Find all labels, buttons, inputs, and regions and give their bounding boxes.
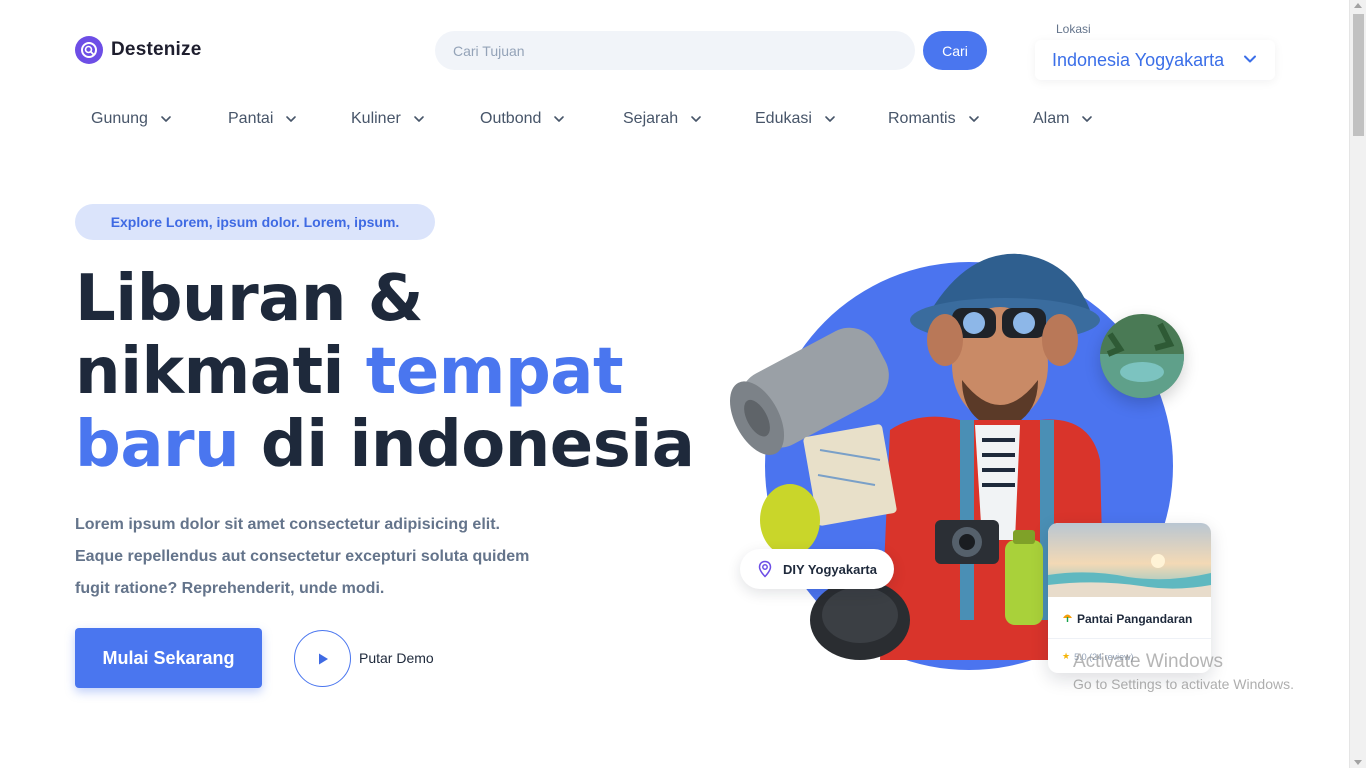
brand-name: Destenize xyxy=(111,39,202,60)
chevron-down-icon xyxy=(968,116,979,122)
destination-card-name: Pantai Pangandaran xyxy=(1077,612,1193,626)
category-edukasi[interactable]: Edukasi xyxy=(755,110,836,128)
hero-badge: Explore Lorem, ipsum dolor. Lorem, ipsum… xyxy=(75,204,435,240)
category-gunung[interactable]: Gunung xyxy=(91,110,172,128)
chevron-down-icon xyxy=(1082,116,1093,122)
headline-line-2a: nikmati xyxy=(75,335,366,409)
headline-accent-baru: baru xyxy=(75,408,240,482)
chevron-down-icon xyxy=(691,116,701,122)
destination-card-title: Pantai Pangandaran xyxy=(1062,612,1192,626)
chevron-down-icon xyxy=(161,116,171,122)
card-divider xyxy=(1048,638,1211,639)
hero-headline: Liburan & nikmati tempat baru di indones… xyxy=(75,262,695,482)
start-now-button[interactable]: Mulai Sekarang xyxy=(75,628,262,688)
category-pantai[interactable]: Pantai xyxy=(228,110,297,128)
location-value: Indonesia Yogyakarta xyxy=(1052,49,1225,70)
page-scrollbar[interactable] xyxy=(1349,0,1366,768)
hero-description: Lorem ipsum dolor sit amet consectetur a… xyxy=(75,516,530,597)
destination-card-image xyxy=(1048,523,1211,597)
location-pin-icon xyxy=(758,560,772,578)
chevron-down-icon xyxy=(286,116,297,122)
category-label: Outbond xyxy=(480,110,542,127)
play-icon xyxy=(318,653,328,664)
scroll-up-icon[interactable] xyxy=(1354,3,1362,8)
chevron-down-icon xyxy=(414,116,424,122)
map-search-icon xyxy=(75,36,103,64)
category-label: Gunung xyxy=(91,110,148,127)
windows-activation-subtitle: Go to Settings to activate Windows. xyxy=(1073,676,1294,692)
location-pill-label: DIY Yogyakarta xyxy=(783,561,877,577)
chevron-down-icon xyxy=(1243,52,1257,71)
beach-icon xyxy=(1062,612,1073,626)
category-label: Kuliner xyxy=(351,110,401,127)
chevron-down-icon xyxy=(554,116,565,122)
headline-accent-tempat: tempat xyxy=(365,335,624,409)
category-label: Pantai xyxy=(228,110,274,127)
search-button[interactable]: Cari xyxy=(923,31,987,70)
category-label: Sejarah xyxy=(623,110,679,127)
category-label: Edukasi xyxy=(755,110,812,127)
category-outbond[interactable]: Outbond xyxy=(480,110,565,128)
category-sejarah[interactable]: Sejarah xyxy=(623,110,702,128)
chevron-down-icon xyxy=(825,116,835,122)
category-kuliner[interactable]: Kuliner xyxy=(351,110,425,128)
destination-thumbnail-round xyxy=(1100,314,1184,398)
location-select[interactable]: Indonesia Yogyakarta xyxy=(1035,40,1275,80)
search-input[interactable] xyxy=(435,31,915,70)
location-pill: DIY Yogyakarta xyxy=(740,549,894,589)
category-label: Romantis xyxy=(888,110,956,127)
scroll-down-icon[interactable] xyxy=(1354,760,1362,765)
location-label: Lokasi xyxy=(1056,22,1091,36)
scroll-thumb[interactable] xyxy=(1353,14,1364,136)
headline-line-1: Liburan & xyxy=(75,262,424,336)
star-icon: ★ xyxy=(1062,651,1071,661)
category-romantis[interactable]: Romantis xyxy=(888,110,980,128)
play-demo-button[interactable] xyxy=(294,630,351,687)
headline-line-3b: di indonesia xyxy=(239,408,695,482)
category-alam[interactable]: Alam xyxy=(1033,110,1093,128)
brand-logo[interactable]: Destenize xyxy=(75,36,202,64)
category-label: Alam xyxy=(1033,110,1070,127)
windows-activation-title: Activate Windows xyxy=(1073,651,1223,672)
play-demo-label[interactable]: Putar Demo xyxy=(359,650,434,666)
